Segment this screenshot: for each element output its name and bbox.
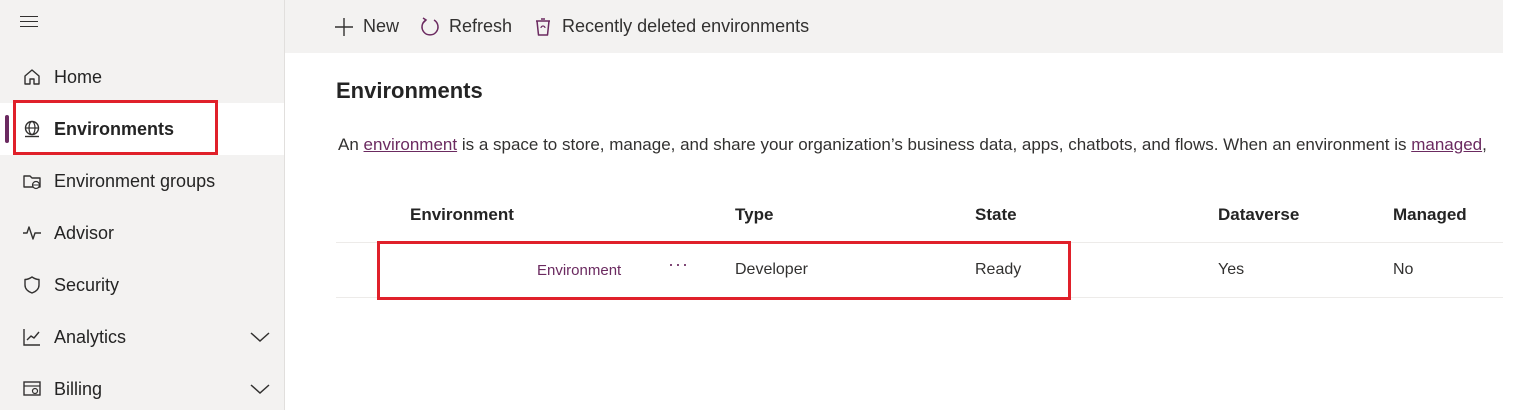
- chevron-down-icon[interactable]: [250, 328, 270, 343]
- page-description: An environment is a space to store, mana…: [338, 135, 1508, 155]
- highlight-box: [377, 241, 1071, 300]
- sidebar-item-label: Home: [54, 66, 103, 87]
- billing-icon: [21, 378, 43, 400]
- sidebar-item-label: Billing: [54, 378, 103, 399]
- page-title: Environments: [336, 78, 483, 103]
- description-text: An: [338, 135, 364, 154]
- selection-indicator: [5, 115, 9, 143]
- sidebar: Home Environments Environment groups Adv…: [0, 0, 285, 410]
- column-header-dataverse[interactable]: Dataverse: [1218, 205, 1299, 225]
- managed-link[interactable]: managed: [1411, 135, 1482, 154]
- chevron-down-icon[interactable]: [250, 380, 270, 395]
- sidebar-item-label: Environment groups: [54, 170, 216, 191]
- home-icon: [21, 66, 43, 88]
- sidebar-item-label: Advisor: [54, 222, 115, 243]
- sidebar-item-environment-groups[interactable]: Environment groups: [0, 155, 284, 207]
- column-header-state[interactable]: State: [975, 205, 1017, 225]
- sidebar-item-label: Security: [54, 274, 120, 295]
- column-header-managed[interactable]: Managed: [1393, 205, 1467, 225]
- command-bar: New Refresh Recently deleted environment…: [285, 0, 1503, 53]
- sidebar-item-analytics[interactable]: Analytics: [0, 311, 284, 363]
- sidebar-item-billing[interactable]: Billing: [0, 363, 284, 410]
- hamburger-menu-icon[interactable]: [20, 16, 40, 32]
- chart-icon: [21, 326, 43, 348]
- refresh-button[interactable]: Refresh: [419, 16, 512, 38]
- pulse-icon: [21, 222, 43, 244]
- environment-link[interactable]: environment: [364, 135, 458, 154]
- highlight-box: [13, 100, 218, 155]
- cell-managed: No: [1393, 261, 1414, 278]
- cell-dataverse: Yes: [1218, 261, 1245, 278]
- sidebar-item-label: Analytics: [54, 326, 127, 347]
- recently-deleted-button[interactable]: Recently deleted environments: [532, 16, 809, 38]
- column-header-environment[interactable]: Environment: [410, 205, 514, 225]
- new-button-label: New: [363, 16, 400, 36]
- sidebar-item-home[interactable]: Home: [0, 51, 284, 103]
- description-text: ,: [1482, 135, 1487, 154]
- description-text: is a space to store, manage, and share y…: [457, 135, 1412, 154]
- column-header-type[interactable]: Type: [735, 205, 773, 225]
- recently-deleted-label: Recently deleted environments: [562, 16, 810, 36]
- sidebar-item-advisor[interactable]: Advisor: [0, 207, 284, 259]
- refresh-button-label: Refresh: [449, 16, 513, 36]
- plus-icon: [333, 16, 355, 38]
- recycle-bin-icon: [532, 16, 554, 38]
- sidebar-item-security[interactable]: Security: [0, 259, 284, 311]
- new-button[interactable]: New: [333, 16, 399, 38]
- refresh-icon: [419, 16, 441, 38]
- shield-icon: [21, 274, 43, 296]
- folder-globe-icon: [21, 170, 43, 192]
